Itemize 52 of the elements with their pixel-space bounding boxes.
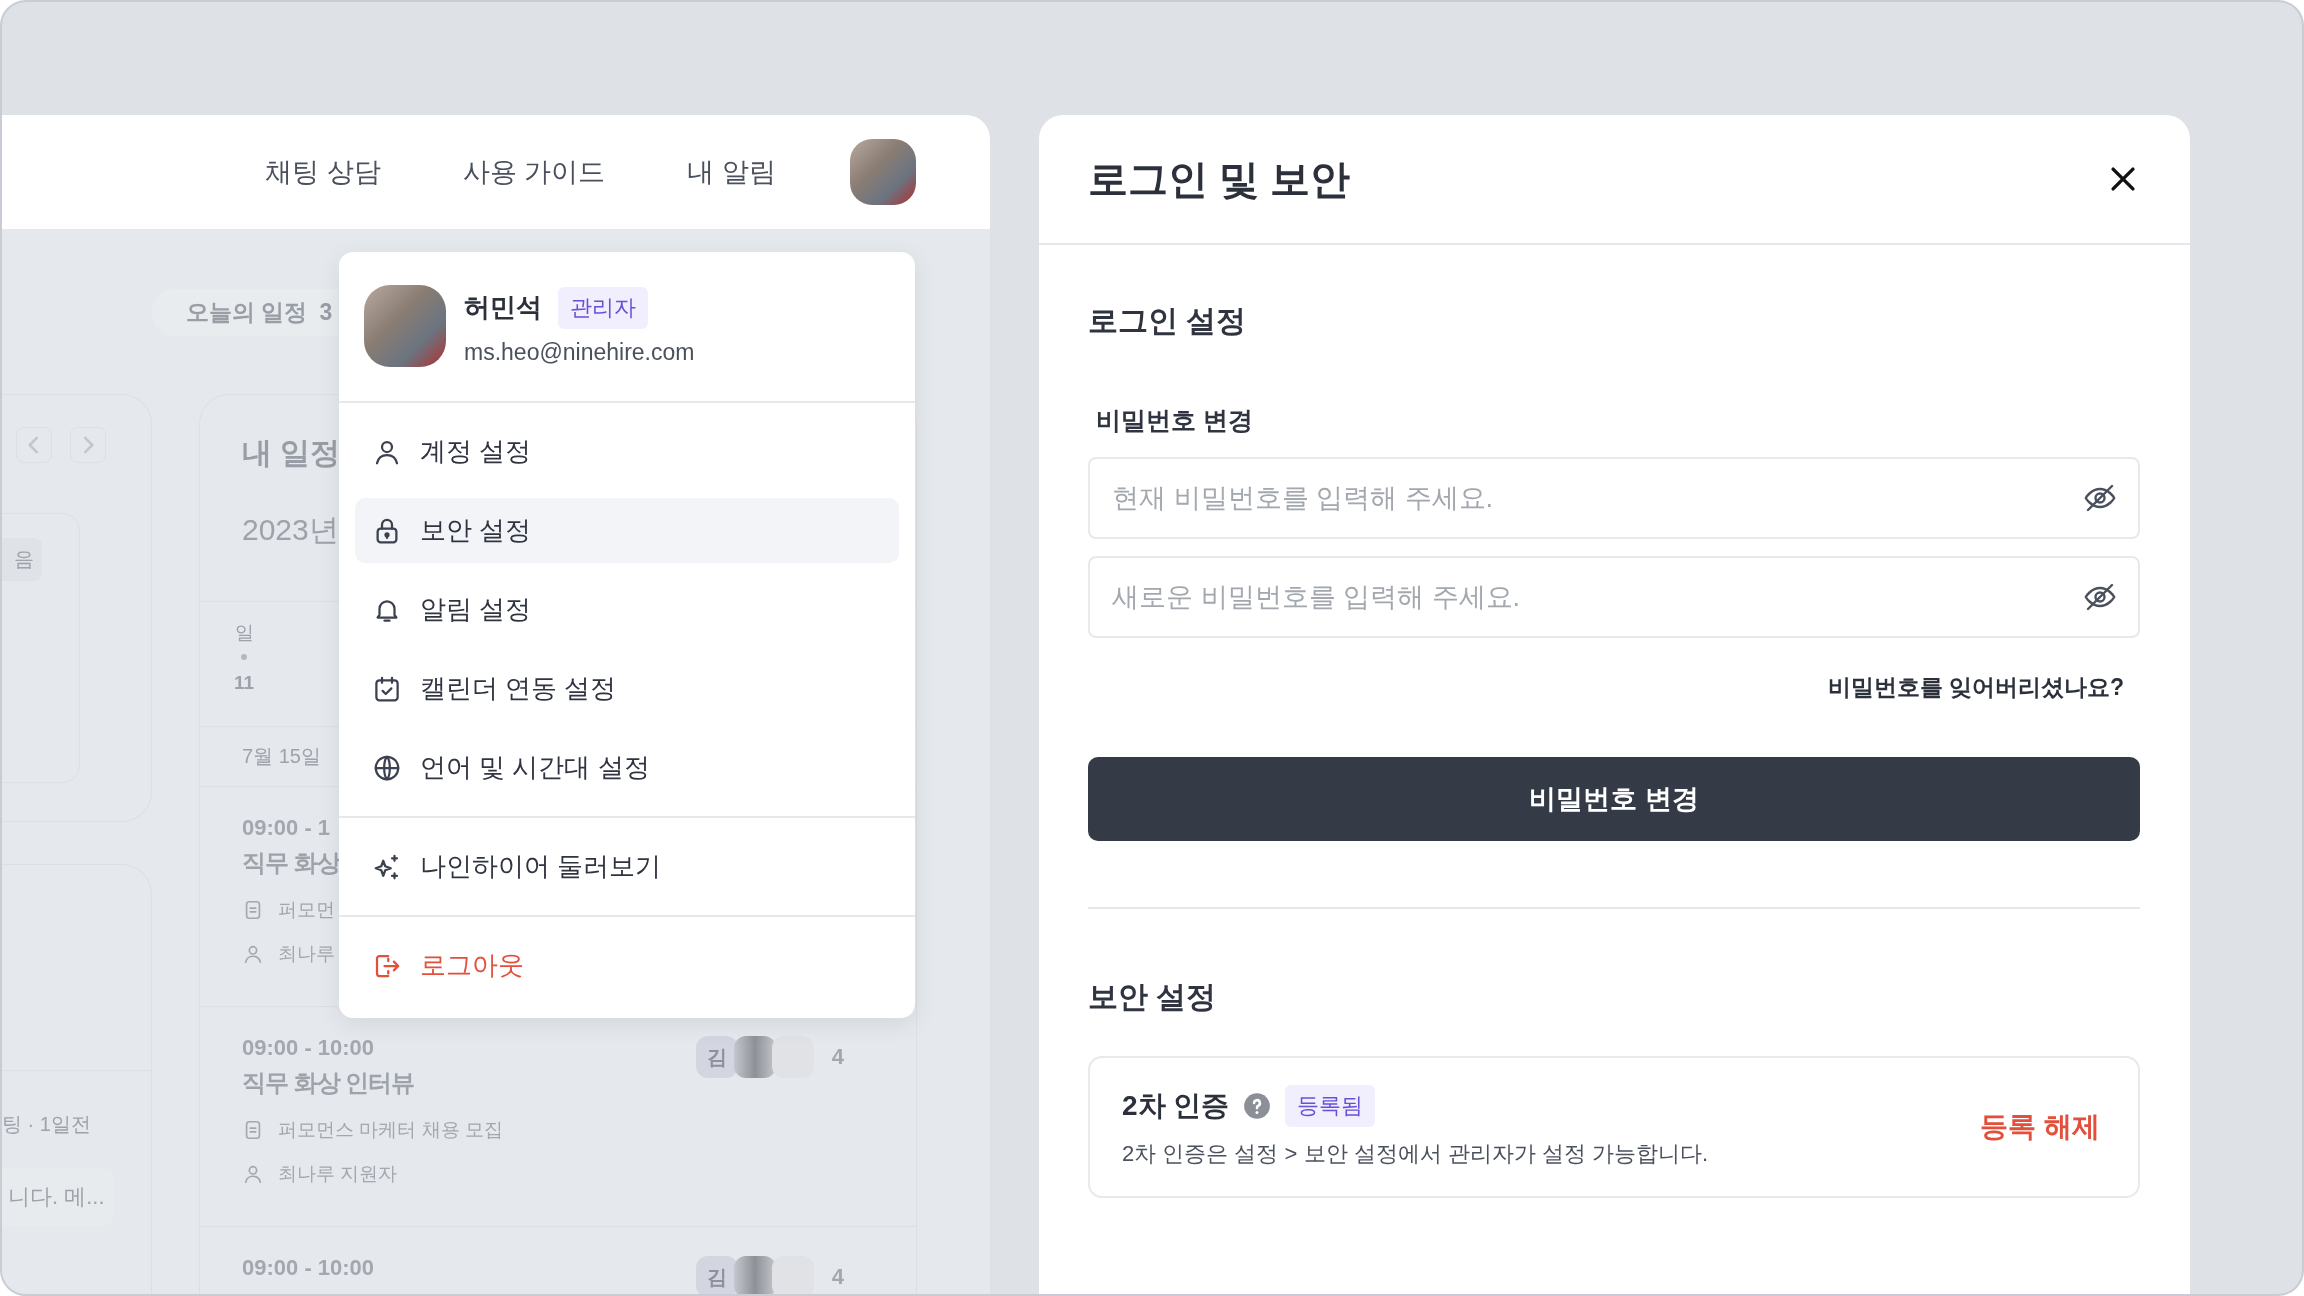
event-time: 09:00 - 10:00 bbox=[242, 1255, 375, 1281]
help-icon[interactable] bbox=[1243, 1092, 1272, 1120]
attendee-avatar: 김 bbox=[695, 1036, 738, 1078]
panel-title: 로그인 및 보안 bbox=[1088, 155, 1351, 203]
pill-label: 오늘의 일정 bbox=[186, 298, 308, 327]
field-label: 비밀번호 변경 bbox=[1096, 405, 1254, 436]
attendee-count: 4 bbox=[831, 1044, 844, 1070]
forgot-password-link[interactable]: 비밀번호를 잊어버리셨나요? bbox=[1827, 672, 2124, 703]
password-field[interactable]: 새로운 비밀번호를 입력해 주세요. bbox=[1088, 556, 2140, 638]
event-time: 09:00 - 10:00 bbox=[242, 1035, 375, 1061]
nav-link[interactable]: 사용 가이드 bbox=[462, 154, 606, 190]
avatar-photo bbox=[733, 1036, 776, 1078]
avatar-photo[interactable] bbox=[850, 139, 916, 205]
day-header: 7월 15일 bbox=[242, 744, 321, 769]
applicant-name: 최나루 bbox=[278, 942, 335, 966]
person-icon bbox=[242, 943, 264, 965]
menu-item[interactable]: 캘린더 연동 설정 bbox=[355, 656, 899, 721]
menu-item[interactable]: 알림 설정 bbox=[355, 577, 899, 642]
menu-item[interactable]: 언어 및 시간대 설정 bbox=[355, 735, 899, 800]
message-meta: 팅 · 1일전 bbox=[2, 1112, 92, 1137]
section-title: 보안 설정 bbox=[1088, 979, 1218, 1015]
status-chip: 음 bbox=[2, 538, 42, 581]
job-posting: 퍼모먼 bbox=[278, 898, 335, 922]
applicant-name: 최나루 지원자 bbox=[278, 1162, 398, 1186]
avatar-photo bbox=[771, 1036, 814, 1078]
user-name: 허민석 bbox=[464, 291, 542, 324]
two-factor-description: 2차 인증은 설정 > 보안 설정에서 관리자가 설정 가능합니다. bbox=[1122, 1140, 1709, 1168]
user-email: ms.heo@ninehire.com bbox=[464, 338, 695, 366]
status-badge: 등록됨 bbox=[1285, 1085, 1376, 1127]
unregister-link[interactable]: 등록 해제 bbox=[1980, 1108, 2100, 1146]
pill-count: 3 bbox=[319, 299, 333, 326]
menu-item[interactable]: 계정 설정 bbox=[355, 419, 899, 484]
attendee-count: 4 bbox=[831, 1264, 844, 1290]
menu-item[interactable]: 나인하이어 둘러보기 bbox=[355, 834, 899, 899]
two-factor-title: 2차 인증 bbox=[1122, 1089, 1230, 1123]
schedule-title: 내 일정 bbox=[242, 435, 341, 471]
avatar-photo bbox=[733, 1256, 776, 1294]
schedule-date: 2023년 bbox=[242, 512, 339, 548]
attendee-avatar: 김 bbox=[695, 1256, 738, 1294]
menu-item[interactable]: 보안 설정 bbox=[355, 498, 899, 563]
job-posting: 퍼모먼스 마케터 채용 모집 bbox=[278, 1118, 503, 1142]
section-title: 로그인 설정 bbox=[1088, 303, 1248, 339]
nav-link[interactable]: 채팅 상담 bbox=[265, 154, 381, 190]
person-icon bbox=[242, 1163, 264, 1185]
event-time: 09:00 - 1 bbox=[242, 815, 331, 841]
role-badge: 관리자 bbox=[558, 286, 648, 329]
nav-link[interactable]: 내 알림 bbox=[687, 154, 776, 190]
weekday-label: 일 bbox=[234, 621, 254, 645]
change-password-button[interactable]: 비밀번호 변경 bbox=[1088, 757, 2140, 841]
event-dot-icon bbox=[241, 654, 247, 660]
menu-item[interactable]: 로그아웃 bbox=[355, 933, 899, 998]
password-field[interactable]: 현재 비밀번호를 입력해 주세요. bbox=[1088, 457, 2140, 539]
